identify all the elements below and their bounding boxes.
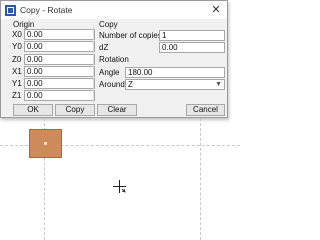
- y0-input[interactable]: 0.00: [24, 41, 95, 52]
- angle-label: Angle: [99, 68, 120, 77]
- app-icon: [5, 5, 16, 16]
- copy-rotate-dialog: Copy - Rotate ✕ Origin Copy X0 0.00 Y0 0…: [0, 0, 228, 118]
- dz-label: dZ: [99, 43, 109, 52]
- z0-label: Z0: [12, 55, 22, 64]
- title-bar[interactable]: Copy - Rotate ✕: [1, 1, 227, 19]
- angle-input[interactable]: 180.00: [125, 67, 225, 78]
- x0-input[interactable]: 0.00: [24, 29, 95, 40]
- window-title: Copy - Rotate: [20, 5, 73, 15]
- x1-input[interactable]: 0.00: [24, 66, 95, 77]
- z1-input[interactable]: 0.00: [24, 90, 95, 101]
- around-select[interactable]: Z ▼: [125, 79, 225, 90]
- chevron-down-icon: ▼: [215, 81, 222, 88]
- x1-label: X1: [12, 67, 22, 76]
- number-of-copies-label: Number of copies: [99, 31, 162, 40]
- copy-button[interactable]: Copy: [55, 104, 95, 116]
- ok-button[interactable]: OK: [13, 104, 53, 116]
- shape-center-marker: [44, 142, 47, 145]
- cancel-button[interactable]: Cancel: [186, 104, 225, 116]
- around-label: Around: [99, 80, 125, 89]
- number-of-copies-input[interactable]: 1: [159, 30, 225, 41]
- copy-heading: Copy: [99, 20, 118, 29]
- vertical-guide-line-right: [200, 118, 201, 240]
- crosshair-cursor-icon: [113, 180, 126, 193]
- close-button[interactable]: ✕: [209, 3, 223, 17]
- y1-label: Y1: [12, 79, 22, 88]
- around-selected-value: Z: [128, 80, 133, 89]
- y1-input[interactable]: 0.00: [24, 78, 95, 89]
- z1-label: Z1: [12, 91, 22, 100]
- dz-input[interactable]: 0.00: [159, 42, 225, 53]
- clear-button[interactable]: Clear: [97, 104, 137, 116]
- z0-input[interactable]: 0.00: [24, 54, 95, 65]
- rotation-heading: Rotation: [99, 55, 129, 64]
- column-divider: [93, 27, 94, 103]
- selected-shape[interactable]: [29, 129, 62, 158]
- y0-label: Y0: [12, 42, 22, 51]
- origin-heading: Origin: [13, 20, 35, 29]
- x0-label: X0: [12, 30, 22, 39]
